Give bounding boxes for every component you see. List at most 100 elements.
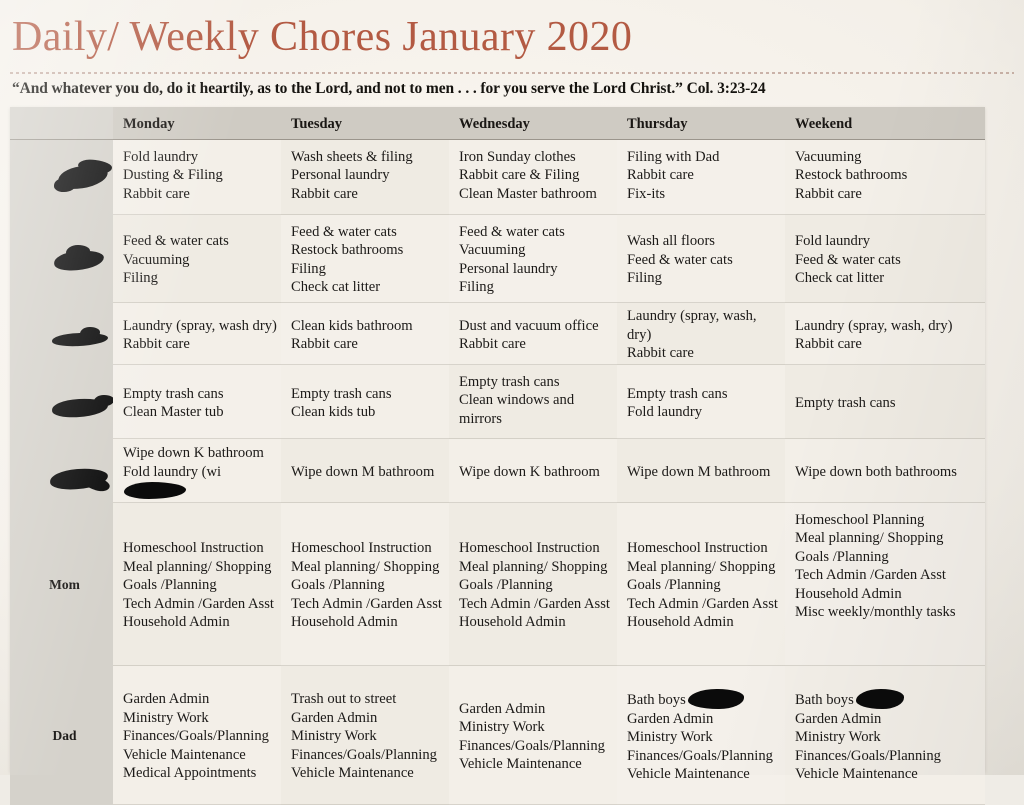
table-header-row: Monday Tuesday Wednesday Thursday Weeken…: [10, 107, 985, 140]
chore-line: Rabbit care: [123, 185, 190, 202]
chore-line: Laundry (spray, wash dry): [123, 317, 277, 334]
chore-line: Finances/Goals/Planning: [795, 747, 941, 764]
chore-line: Goals /Planning: [795, 548, 889, 565]
chore-line: Trash out to street: [291, 691, 397, 708]
chore-list: Wipe down both bathrooms: [795, 463, 981, 481]
chore-line: Tech Admin /Garden Asst: [627, 595, 778, 612]
table-row: Feed & water cats Vacuuming Filing Feed & w…: [10, 215, 985, 303]
chore-cell-wednesday: Garden Admin Ministry Work Finances/Goals/…: [449, 666, 617, 805]
chore-line: Vehicle Maintenance: [795, 766, 918, 783]
person-label-redacted: [10, 365, 113, 439]
chore-line: Meal planning/ Shopping: [459, 558, 608, 575]
header-cell-thursday: Thursday: [627, 116, 688, 133]
chore-line: Garden Admin: [291, 709, 378, 726]
chore-list: Wipe down K bathroom: [459, 463, 613, 481]
chore-line: Feed & water cats: [291, 224, 397, 240]
chore-line: Ministry Work: [123, 709, 209, 726]
chore-line: Vehicle Maintenance: [627, 766, 750, 783]
chore-line: Wipe down K bathroom: [459, 463, 600, 480]
chore-line: Vehicle Maintenance: [459, 755, 582, 772]
chore-line: Vehicle Maintenance: [123, 746, 246, 763]
chore-list: Homeschool Instruction Meal planning/ Sho…: [459, 539, 613, 631]
chore-table: Monday Tuesday Wednesday Thursday Weeken…: [10, 107, 985, 805]
chore-cell-wednesday: Dust and vacuum office Rabbit care: [449, 303, 617, 365]
chore-line: Rabbit care: [123, 336, 190, 352]
chore-cell-thursday: Filing with Dad Rabbit care Fix-its: [617, 140, 785, 215]
chore-line: Bath boys: [627, 689, 781, 710]
chore-list: Feed & water cats Vacuuming Personal laund…: [459, 223, 613, 297]
chore-line: Fold laundry: [627, 404, 702, 420]
chore-list: Homeschool Instruction Meal planning/ Sho…: [123, 539, 277, 631]
chore-line: Rabbit care: [795, 336, 862, 352]
person-name-text: Mom: [49, 577, 80, 593]
chore-line: Ministry Work: [291, 728, 377, 745]
chore-list: Homeschool Instruction Meal planning/ Sho…: [291, 539, 445, 631]
chore-line: Rabbit care: [795, 185, 862, 202]
header-cell-monday: Monday: [123, 116, 175, 133]
chore-list: Trash out to street Garden Admin Ministry …: [291, 690, 445, 782]
chore-line: Garden Admin: [123, 691, 210, 708]
chore-list: Wipe down K bathroom Fold laundry (wi: [123, 444, 277, 500]
table-row: Fold laundry Dusting & Filing Rabbit care W…: [10, 140, 985, 215]
chore-line: Restock bathrooms: [291, 242, 404, 259]
chore-line: Clean kids tub: [291, 404, 376, 420]
chore-cell-tuesday: Trash out to street Garden Admin Ministry …: [281, 666, 449, 805]
redaction-blob-icon: [124, 482, 186, 500]
chore-line: Goals /Planning: [627, 577, 721, 594]
chore-line: Vacuuming: [123, 251, 190, 268]
chore-line: Finances/Goals/Planning: [291, 746, 437, 763]
person-name-text: Dad: [52, 728, 77, 744]
chore-line: Fix-its: [627, 185, 666, 202]
chore-line: Feed & water cats: [123, 233, 229, 250]
table-row: Mom Homeschool Instruction Meal planning/ …: [10, 503, 985, 666]
chore-line: Filing: [291, 260, 326, 277]
chore-line: Clean Master tub: [123, 404, 224, 420]
chore-cell-monday: Wipe down K bathroom Fold laundry (wi: [113, 439, 281, 503]
chore-line: Personal laundry: [291, 167, 390, 184]
chore-line: Household Admin: [795, 585, 902, 602]
chore-list: Vacuuming Restock bathrooms Rabbit care: [795, 148, 981, 203]
chore-list: Fold laundry Dusting & Filing Rabbit care: [123, 148, 277, 203]
scripture-verse: “And whatever you do, do it heartily, as…: [12, 80, 766, 97]
chore-line: Homeschool Planning: [795, 512, 925, 528]
chore-list: Feed & water cats Restock bathrooms Filing…: [291, 223, 445, 297]
chore-line: Meal planning/ Shopping: [627, 558, 776, 575]
header-cell-wednesday: Wednesday: [459, 116, 530, 133]
person-label-redacted: [10, 140, 113, 215]
chore-line: Rabbit care: [291, 185, 358, 202]
chore-line: Dust and vacuum office: [459, 317, 599, 334]
chore-line: Fold laundry (wi: [123, 463, 277, 500]
name-redaction-icon: [20, 373, 113, 433]
chore-cell-weekend: Homeschool Planning Meal planning/ Shoppi…: [785, 503, 985, 666]
chore-cell-monday: Garden Admin Ministry Work Finances/Goals/…: [113, 666, 281, 805]
chore-list: Garden Admin Ministry Work Finances/Goals/…: [123, 690, 277, 782]
chore-cell-weekend: Empty trash cans: [785, 365, 985, 439]
table-row: Dad Garden Admin Ministry Work Finances/Goa…: [10, 666, 985, 805]
chore-line: Goals /Planning: [123, 577, 217, 594]
chore-line: Ministry Work: [795, 729, 881, 746]
chore-line: Dusting & Filing: [123, 167, 223, 184]
chore-line: Garden Admin: [795, 710, 882, 727]
chore-line: Medical Appointments: [123, 765, 257, 782]
chore-chart-page: Daily/ Weekly Chores January 2020 “And w…: [0, 0, 1024, 805]
chore-line: Rabbit care: [627, 167, 694, 184]
chore-cell-tuesday: Homeschool Instruction Meal planning/ Sho…: [281, 503, 449, 666]
chore-line: Check cat litter: [795, 270, 885, 287]
chore-list: Wipe down M bathroom: [627, 463, 781, 481]
chore-list: Empty trash cans Clean kids tub: [291, 385, 445, 422]
chore-line: Wipe down M bathroom: [627, 463, 771, 480]
chore-list: Fold laundry Feed & water cats Check cat l…: [795, 232, 981, 287]
chore-cell-thursday: Laundry (spray, wash, dry) Rabbit care: [617, 303, 785, 365]
chore-line: Laundry (spray, wash, dry): [795, 317, 953, 334]
chore-line: Vacuuming: [459, 242, 526, 259]
chore-line: Household Admin: [123, 614, 230, 631]
redaction-blob-icon: [687, 689, 744, 710]
chore-cell-monday: Fold laundry Dusting & Filing Rabbit care: [113, 140, 281, 215]
chore-line: Homeschool Instruction: [291, 540, 432, 557]
chore-line: Meal planning/ Shopping: [123, 558, 272, 575]
chore-list: Empty trash cans: [795, 394, 981, 412]
chore-line: Rabbit care: [291, 336, 358, 352]
chore-list: Laundry (spray, wash, dry) Rabbit care: [795, 317, 981, 354]
chore-cell-weekend: Fold laundry Feed & water cats Check cat l…: [785, 215, 985, 303]
chore-list: Homeschool Instruction Meal planning/ Sho…: [627, 539, 781, 631]
